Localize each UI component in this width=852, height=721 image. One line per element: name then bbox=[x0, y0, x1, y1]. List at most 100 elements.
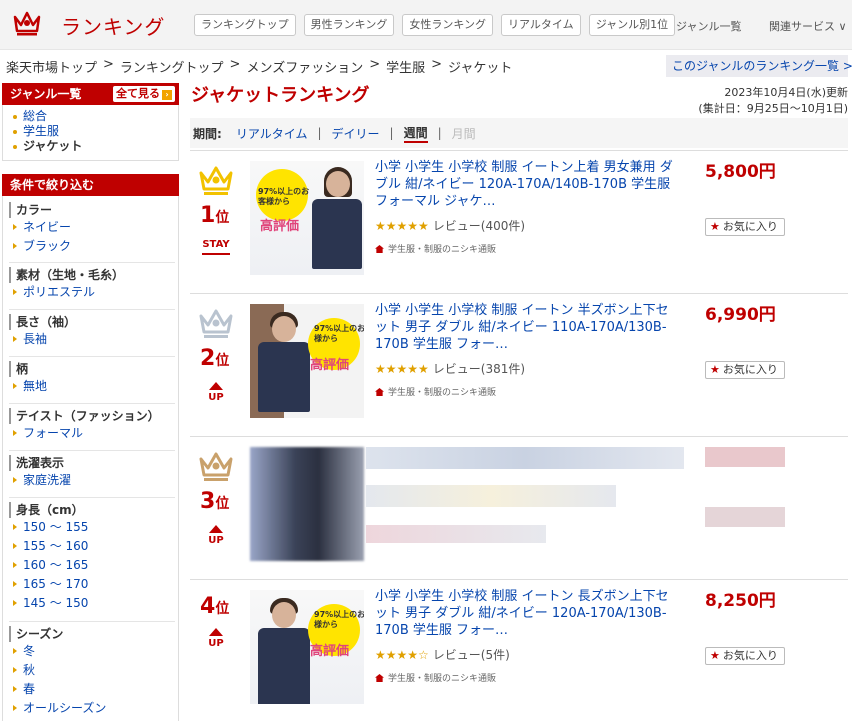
nav-ranking-top[interactable]: ランキングトップ bbox=[194, 14, 296, 36]
filter-title: テイスト（ファッション） bbox=[9, 408, 175, 424]
see-all-button[interactable]: 全て見る › bbox=[113, 86, 175, 102]
genre-items: 総合 学生服 ジャケット bbox=[2, 105, 179, 161]
filter-item[interactable]: ネイビー bbox=[9, 218, 175, 237]
filter-item[interactable]: オールシーズン bbox=[9, 699, 175, 718]
ranking-item-4: 4位 UP 97%以上のお客様から 高評価 小学 小学生 小学校 制服 イートン… bbox=[190, 579, 848, 721]
crown-logo-icon[interactable] bbox=[12, 9, 42, 37]
favorite-button[interactable]: ★ お気に入り bbox=[705, 218, 785, 236]
breadcrumb-school-uniform[interactable]: 学生服 bbox=[386, 57, 425, 76]
breadcrumb-ranking-top[interactable]: ランキングトップ bbox=[120, 57, 224, 76]
filter-title: 素材（生地・毛糸） bbox=[9, 267, 175, 283]
breadcrumb-separator: > bbox=[431, 57, 443, 72]
period-weekly: 週間 bbox=[403, 124, 428, 143]
nav-male-ranking[interactable]: 男性ランキング bbox=[303, 14, 395, 36]
nav-realtime[interactable]: リアルタイム bbox=[501, 14, 581, 36]
filter-divider bbox=[9, 497, 175, 498]
review-count-link[interactable]: レビュー(400件) bbox=[433, 219, 525, 233]
period-divider: | bbox=[437, 126, 442, 140]
breadcrumb-rakuten-top[interactable]: 楽天市場トップ bbox=[6, 57, 97, 76]
product-name-link[interactable]: 小学 小学生 小学校 制服 イートン 半ズボン上下セット 男子 ダブル 紺/ネイ… bbox=[375, 302, 680, 353]
breadcrumb-separator: > bbox=[369, 57, 381, 72]
product-image[interactable]: 97%以上のお客様から 高評価 bbox=[250, 161, 364, 275]
shop-link[interactable]: 学生服・制服のニシキ通販 bbox=[375, 242, 496, 255]
rank-move-up: UP bbox=[200, 525, 232, 546]
price: 8,250円 bbox=[705, 591, 776, 611]
review-count-link[interactable]: レビュー(5件) bbox=[433, 648, 510, 662]
ranking-item-3: 3位 UP bbox=[190, 436, 848, 579]
filter-item[interactable]: 無地 bbox=[9, 377, 175, 396]
filter-divider bbox=[9, 262, 175, 263]
product-name-link[interactable]: 小学 小学生 小学校 制服 イートン上着 男女兼用 ダブル 紺/ネイビー 120… bbox=[375, 159, 680, 210]
filter-item[interactable]: 160 ～ 165 bbox=[9, 556, 175, 575]
filter-item[interactable]: フォーマル bbox=[9, 424, 175, 443]
ranking-logo-text[interactable]: ランキング bbox=[61, 11, 165, 40]
filter-item[interactable]: 150 ～ 155 bbox=[9, 518, 175, 537]
genre-list-nav[interactable]: ジャンル一覧 bbox=[676, 18, 741, 34]
favorite-button[interactable]: ★ お気に入り bbox=[705, 647, 785, 665]
rank-move-stay: STAY bbox=[200, 239, 232, 255]
badge-text: 97%以上のお客様から bbox=[314, 324, 364, 343]
filter-item[interactable]: 165 ～ 170 bbox=[9, 575, 175, 594]
blurred-product-name bbox=[366, 485, 616, 507]
gold-crown-icon bbox=[199, 166, 233, 195]
genre-item-school-uniform[interactable]: 学生服 bbox=[11, 124, 178, 139]
period-realtime[interactable]: リアルタイム bbox=[236, 125, 308, 142]
genre-list-title: ジャンル一覧 bbox=[10, 87, 82, 101]
period-label: 期間: bbox=[193, 126, 222, 141]
period-daily[interactable]: デイリー bbox=[332, 125, 380, 142]
filter-item[interactable]: 家庭洗濯 bbox=[9, 471, 175, 490]
breadcrumb-separator: > bbox=[103, 57, 114, 72]
rating-stars: ★★★★★ レビュー(381件) bbox=[375, 362, 526, 376]
high-rating-text: 高評価 bbox=[310, 644, 350, 659]
rank-number: 1位 bbox=[200, 203, 230, 228]
blurred-product-image[interactable] bbox=[250, 447, 364, 561]
filter-item[interactable]: ポリエステル bbox=[9, 283, 175, 302]
up-arrow-icon bbox=[209, 525, 223, 533]
filter-item[interactable]: ブラック bbox=[9, 237, 175, 256]
filter-item[interactable]: 秋 bbox=[9, 661, 175, 680]
genre-ranking-list-link[interactable]: このジャンルのランキング一覧 >> bbox=[666, 55, 852, 77]
badge-text: 97%以上のお客様から bbox=[258, 187, 310, 206]
rank-number: 3位 bbox=[200, 489, 230, 514]
filter-divider bbox=[9, 403, 175, 404]
filter-group-color: カラー ネイビー ブラック bbox=[9, 202, 175, 256]
review-count-link[interactable]: レビュー(381件) bbox=[433, 362, 525, 376]
filter-divider bbox=[9, 450, 175, 451]
blurred-favorite bbox=[705, 507, 785, 527]
filter-title: 長さ（袖） bbox=[9, 314, 175, 330]
filter-item[interactable]: 145 ～ 150 bbox=[9, 594, 175, 613]
filter-item[interactable]: 155 ～ 160 bbox=[9, 537, 175, 556]
related-services-dropdown[interactable]: 関連サービス ∨ bbox=[769, 18, 847, 34]
favorite-button[interactable]: ★ お気に入り bbox=[705, 361, 785, 379]
genre-list-header: ジャンル一覧 全て見る › bbox=[2, 83, 179, 105]
nav-genre-first[interactable]: ジャンル別1位 bbox=[588, 14, 676, 36]
filter-item[interactable]: 長袖 bbox=[9, 330, 175, 349]
silver-crown-icon bbox=[199, 309, 233, 338]
filter-group-laundry: 洗濯表示 家庭洗濯 bbox=[9, 455, 175, 490]
product-name-link[interactable]: 小学 小学生 小学校 制服 イートン 長ズボン上下セット 男子 ダブル 紺/ネイ… bbox=[375, 588, 680, 639]
badge-text: 97%以上のお客様から bbox=[314, 610, 364, 629]
filter-group-material: 素材（生地・毛糸） ポリエステル bbox=[9, 267, 175, 302]
nav-female-ranking[interactable]: 女性ランキング bbox=[402, 14, 494, 36]
product-image[interactable]: 97%以上のお客様から 高評価 bbox=[250, 304, 364, 418]
ranking-item-1: 1位 STAY 97%以上のお客様から 高評価 小学 小学生 小学校 制服 イー… bbox=[190, 150, 848, 293]
rating-stars: ★★★★☆ レビュー(5件) bbox=[375, 648, 510, 662]
filter-panel: カラー ネイビー ブラック 素材（生地・毛糸） ポリエステル 長さ（袖） 長袖 … bbox=[2, 196, 179, 721]
period-divider: | bbox=[389, 126, 394, 140]
genre-item-all[interactable]: 総合 bbox=[11, 109, 178, 124]
period-range: (集計日：9月25日～10月1日) bbox=[698, 102, 848, 115]
shop-link[interactable]: 学生服・制服のニシキ通販 bbox=[375, 385, 496, 398]
breadcrumb-jacket[interactable]: ジャケット bbox=[448, 57, 512, 76]
filter-item[interactable]: 冬 bbox=[9, 642, 175, 661]
blurred-rating bbox=[366, 525, 546, 543]
shop-link[interactable]: 学生服・制服のニシキ通販 bbox=[375, 671, 496, 684]
filter-item[interactable]: 春 bbox=[9, 680, 175, 699]
breadcrumb: 楽天市場トップ > ランキングトップ > メンズファッション > 学生服 > ジ… bbox=[6, 57, 512, 76]
arrow-right-icon: › bbox=[162, 90, 172, 100]
breadcrumb-mens-fashion[interactable]: メンズファッション bbox=[246, 57, 363, 76]
filter-group-season: シーズン 冬 秋 春 オールシーズン bbox=[9, 626, 175, 718]
star-icon: ★ bbox=[710, 220, 720, 233]
price: 5,800円 bbox=[705, 162, 776, 182]
bronze-crown-icon bbox=[199, 452, 233, 481]
product-image[interactable]: 97%以上のお客様から 高評価 bbox=[250, 590, 364, 704]
